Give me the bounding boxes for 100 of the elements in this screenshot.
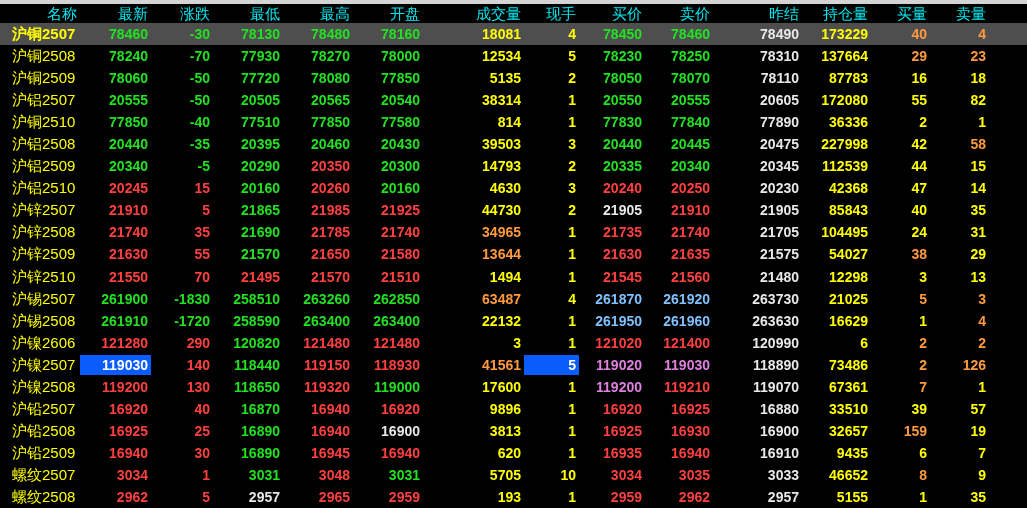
table-row[interactable]: 沪铅2508 16925 25 16890 16940 16900 3813 1 16925 16930 16900 32657 159 19: [0, 419, 1027, 442]
column-header[interactable]: 买价: [609, 4, 645, 23]
table-cell-text: 1: [567, 267, 577, 287]
table-cell-text: 78270: [310, 47, 351, 67]
table-cell-text: 5: [918, 289, 928, 309]
table-cell-text: 16900: [759, 421, 800, 441]
table-row[interactable]: 沪锡2507 261900 -1830 258510 263260 262850 63487 4 261870 261920 263730 21025 5 3: [0, 287, 1027, 310]
table-cell-text: 1: [918, 311, 928, 331]
column-header[interactable]: 买量: [894, 4, 930, 23]
table-cell-text: 17600: [481, 377, 522, 397]
table-row[interactable]: 沪铝2510 20245 15 20160 20260 20160 4630 3 20240 20250 20230 42368 47 14: [0, 177, 1027, 200]
contract-name: 沪锌2510: [11, 266, 77, 287]
column-header[interactable]: 卖价: [677, 4, 713, 23]
table-cell-text: -70: [188, 47, 211, 67]
table-cell-text: 78000: [380, 47, 421, 67]
table-cell-text: 1: [567, 399, 577, 419]
table-cell-text: 20605: [759, 91, 800, 111]
table-cell-text: 35: [969, 488, 987, 507]
column-header[interactable]: 最高: [317, 4, 353, 23]
table-cell-text: 121280: [100, 333, 149, 353]
table-cell-text: 77930: [240, 47, 281, 67]
table-cell-text: 121400: [662, 333, 711, 353]
table-cell-text: 3: [512, 333, 522, 353]
table-cell-text: 119210: [663, 377, 711, 397]
column-header[interactable]: 最低: [247, 4, 283, 23]
table-cell-text: 4: [567, 289, 577, 309]
table-cell-text: 263630: [751, 311, 800, 331]
table-cell-text: 263730: [751, 289, 800, 309]
table-cell-text: 46652: [828, 465, 869, 485]
table-cell-text: 20245: [108, 179, 149, 199]
contract-name: 沪锌2508: [11, 222, 77, 243]
table-cell-text: 16940: [310, 421, 351, 441]
table-cell-text: 3034: [609, 465, 643, 485]
table-cell-text: 3: [567, 179, 577, 199]
contract-name: 沪铝2510: [11, 178, 77, 199]
table-cell-text: 1: [567, 91, 577, 111]
table-cell-text: 3031: [247, 465, 281, 485]
column-header[interactable]: 成交量: [473, 4, 524, 23]
table-cell-text: 54027: [828, 245, 869, 265]
table-row[interactable]: 沪镍2606 121280 290 120820 121480 121480 3 1 121020 121400 120990 6 2 2: [0, 331, 1027, 354]
table-row[interactable]: 沪铝2509 20340 -5 20290 20350 20300 14793 2 20335 20340 20345 112539 44 15: [0, 155, 1027, 178]
table-cell-text: 21580: [380, 245, 421, 265]
table-row[interactable]: 沪铅2507 16920 40 16870 16940 16920 9896 1 16920 16925 16880 33510 39 57: [0, 397, 1027, 420]
table-row[interactable]: 沪锡2508 261910 -1720 258590 263400 263400 22132 1 261950 261960 263630 16629 1 4: [0, 309, 1027, 332]
table-row[interactable]: 螺纹2508 2962 5 2957 2965 2959 193 1 2959 2962 2957 5155 1 35: [0, 486, 1027, 508]
table-cell-text: 78050: [602, 69, 643, 89]
contract-name: 沪镍2606: [11, 332, 77, 353]
table-cell-text: 121480: [302, 333, 351, 353]
table-row[interactable]: 沪铅2509 16940 30 16890 16945 16940 620 1 16935 16940 16910 9435 6 7: [0, 441, 1027, 464]
column-header[interactable]: 最新: [115, 4, 151, 23]
table-cell-text: 21740: [108, 223, 149, 243]
table-row[interactable]: 沪锌2510 21550 70 21495 21570 21510 1494 1 21545 21560 21480 12298 3 13: [0, 265, 1027, 288]
table-cell-text: 140: [185, 355, 211, 375]
table-row[interactable]: 沪铜2509 78060 -50 77720 78080 77850 5135 2 78050 78070 78110 87783 16 18: [0, 67, 1027, 90]
column-header[interactable]: 开盘: [387, 4, 423, 23]
contract-name: 沪铜2507: [11, 27, 77, 41]
table-row[interactable]: 沪锌2508 21740 35 21690 21785 21740 34965 1 21735 21740 21705 104495 24 31: [0, 221, 1027, 244]
table-row[interactable]: 沪铝2507 20555 -50 20505 20565 20540 38314 1 20550 20555 20605 172080 55 82: [0, 89, 1027, 112]
table-cell-text: 21740: [670, 223, 711, 243]
table-cell-text: 31: [969, 223, 987, 243]
table-row[interactable]: 沪铜2507 78460 -30 78130 78480 78160 18081 4 78450 78460 78490 173229 40 4: [0, 23, 1027, 46]
table-cell-text: 55: [193, 245, 211, 265]
table-cell-text: 263260: [302, 289, 351, 309]
table-cell-text: 21630: [602, 245, 643, 265]
column-header[interactable]: 名称: [44, 4, 80, 23]
table-cell-text: 5: [567, 47, 577, 67]
table-cell-text: 39: [910, 399, 928, 419]
table-row[interactable]: 沪锌2507 21910 5 21865 21985 21925 44730 2 21905 21910 21905 85843 40 35: [0, 199, 1027, 222]
table-cell-text: 118930: [373, 355, 421, 375]
table-cell-text: 38314: [481, 91, 522, 111]
table-row[interactable]: 沪铜2510 77850 -40 77510 77850 77580 814 1 77830 77840 77890 36336 2 1: [0, 111, 1027, 134]
contract-name: 沪铜2510: [11, 112, 77, 133]
table-cell-text: 6: [918, 443, 928, 463]
column-header[interactable]: 卖量: [953, 4, 989, 23]
table-cell-text: 1: [567, 488, 577, 507]
table-row[interactable]: 沪铜2508 78240 -70 77930 78270 78000 12534 5 78230 78250 78310 137664 29 23: [0, 45, 1027, 68]
table-cell-text: 118440: [233, 355, 281, 375]
table-cell-text: 16940: [310, 399, 351, 419]
table-cell-text: 42368: [828, 179, 869, 199]
table-cell-text: 35: [193, 223, 211, 243]
table-cell-text: 2962: [115, 488, 149, 507]
column-header[interactable]: 现手: [543, 4, 579, 23]
table-cell-text: 20350: [310, 157, 351, 177]
column-header[interactable]: 持仓量: [820, 4, 871, 23]
table-cell-text: 263400: [302, 311, 351, 331]
table-cell-text: 16925: [108, 421, 149, 441]
table-cell-text: 20340: [108, 157, 149, 177]
column-header[interactable]: 涨跌: [177, 4, 213, 23]
table-cell-text: -50: [188, 91, 211, 111]
table-cell-text: 119200: [101, 377, 149, 397]
table-cell-text: 33510: [828, 399, 869, 419]
column-header[interactable]: 昨结: [766, 4, 802, 23]
table-cell-text: 35: [969, 201, 987, 221]
table-cell-text: 78460: [670, 27, 711, 41]
table-row[interactable]: 沪镍2507 119030 140 118440 119150 118930 41561 5 119020 119030 118890 73486 2 126: [0, 353, 1027, 376]
table-cell-text: 4: [977, 27, 987, 41]
table-row[interactable]: 沪镍2508 119200 130 118650 119320 119000 17600 1 119200 119210 119070 67361 7 1: [0, 375, 1027, 398]
table-row[interactable]: 沪锌2509 21630 55 21570 21650 21580 13644 1 21630 21635 21575 54027 38 29: [0, 243, 1027, 266]
table-row[interactable]: 螺纹2507 3034 1 3031 3048 3031 5705 10 3034 3035 3033 46652 8 9: [0, 463, 1027, 486]
table-row[interactable]: 沪铝2508 20440 -35 20395 20460 20430 39503 3 20440 20445 20475 227998 42 58: [0, 133, 1027, 156]
